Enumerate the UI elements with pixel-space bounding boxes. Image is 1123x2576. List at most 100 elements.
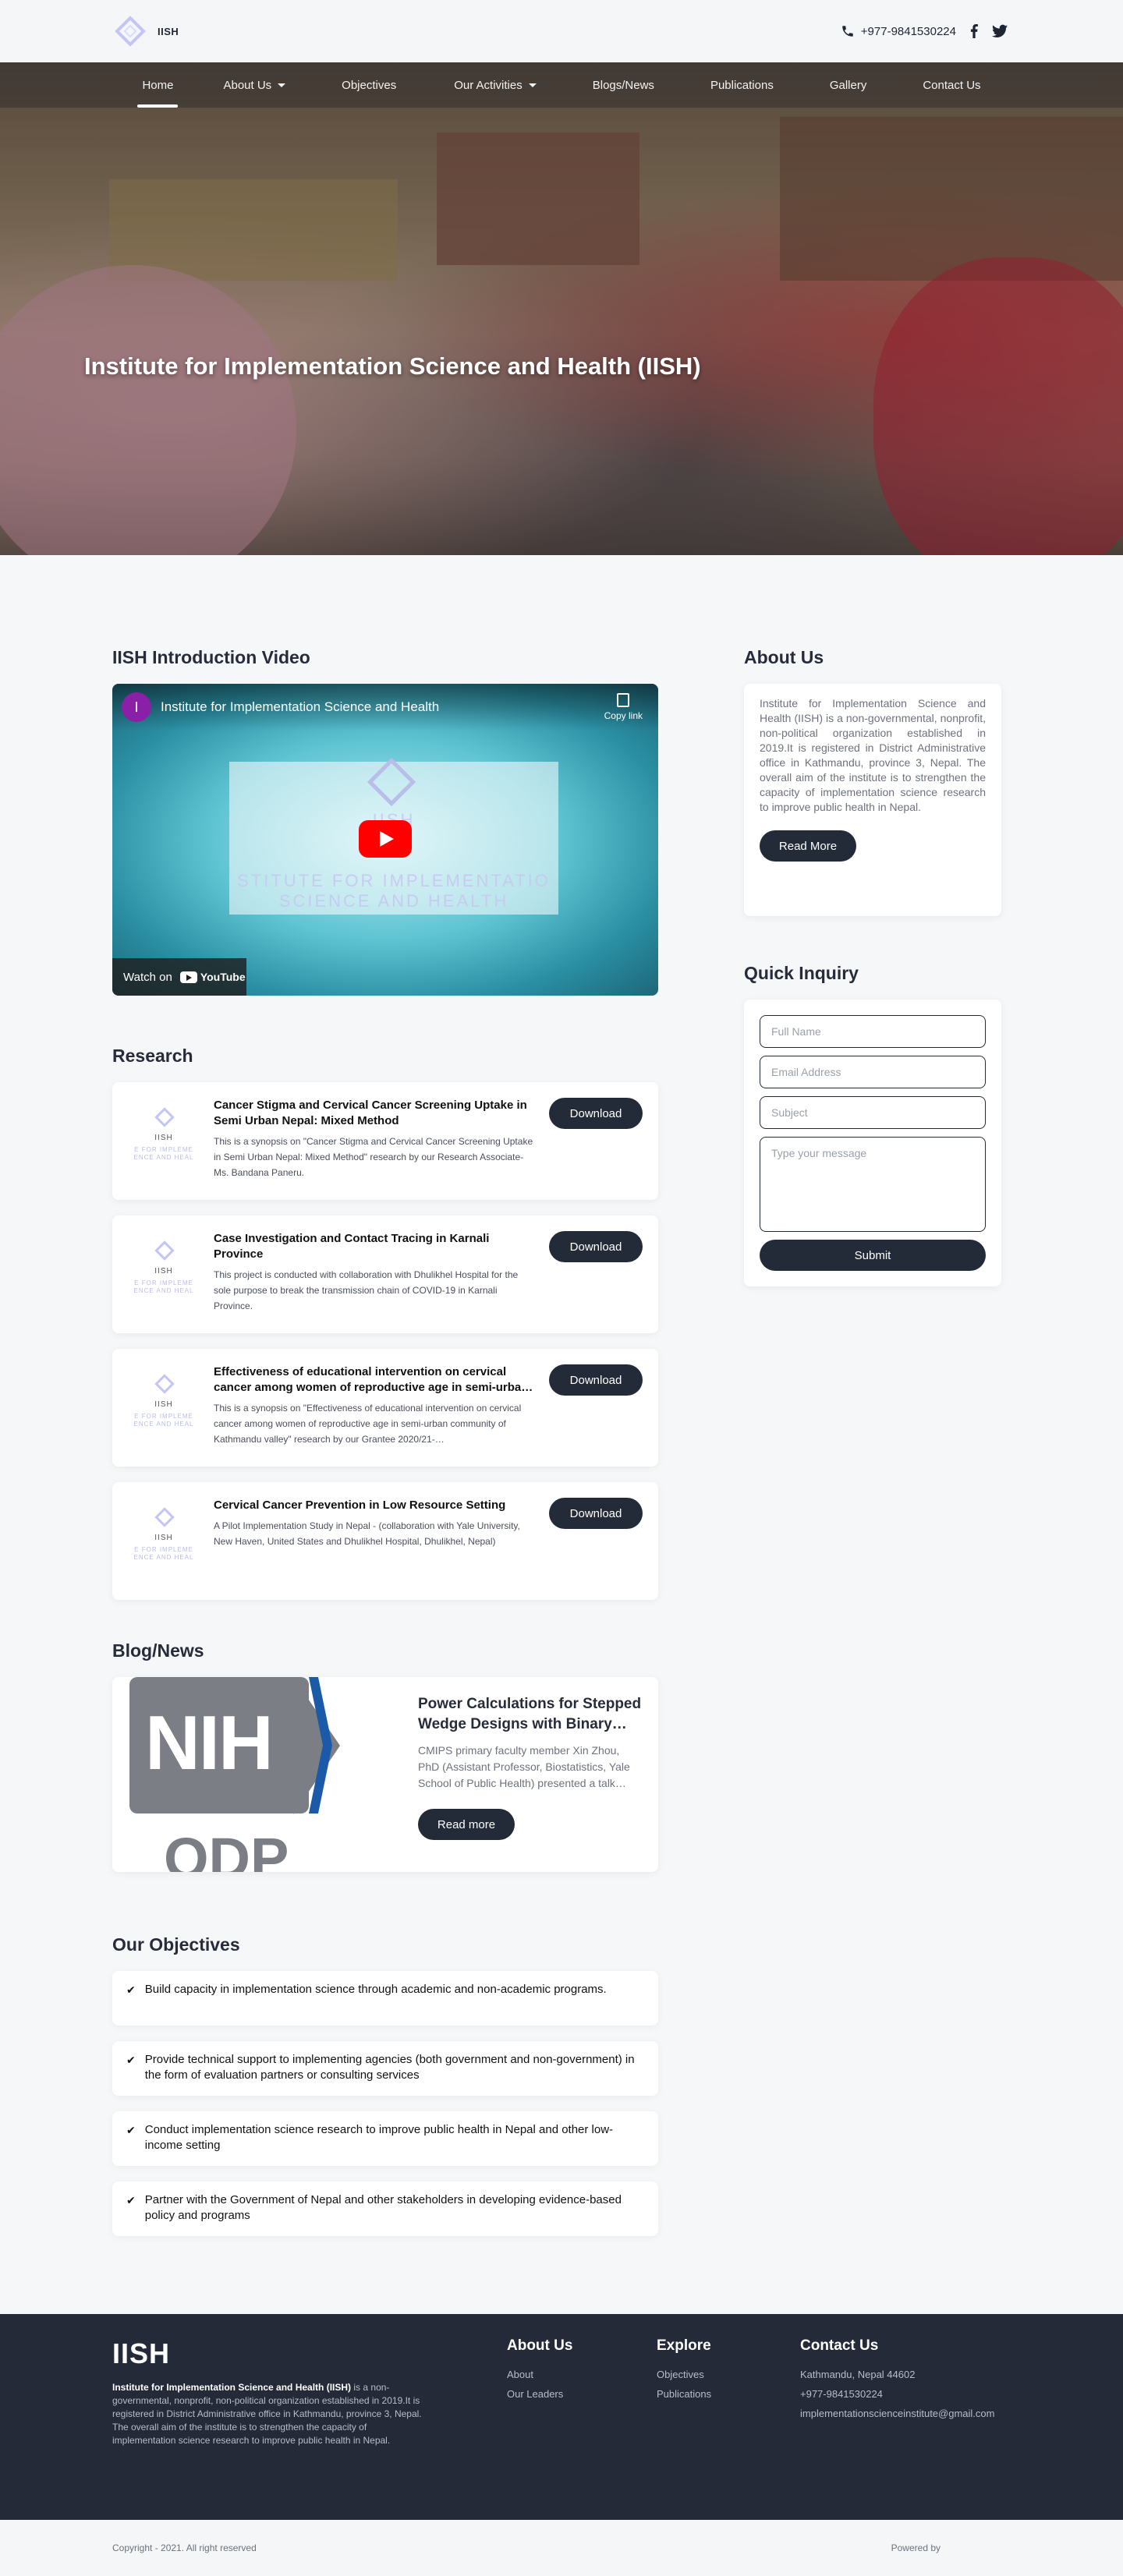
full-name-input[interactable] (760, 1015, 986, 1048)
footer-explore-heading: Explore (657, 2337, 711, 2354)
download-button[interactable]: Download (549, 1498, 643, 1529)
check-icon: ✔ (126, 2194, 136, 2206)
read-more-button[interactable]: Read more (418, 1809, 515, 1840)
video-title[interactable]: Institute for Implementation Science and… (161, 699, 439, 715)
main-content: IISH Introduction Video I Institute for … (0, 555, 1123, 2252)
nav-publications[interactable]: Publications (710, 62, 774, 108)
objectives-heading: Our Objectives (112, 1934, 240, 1955)
logo-text: IISH (158, 25, 179, 37)
research-title[interactable]: Cervical Cancer Prevention in Low Resour… (214, 1498, 537, 1513)
objective-text: Provide technical support to implementin… (144, 2053, 635, 2082)
blog-image[interactable]: NIH ODP (112, 1677, 402, 1872)
about-card: Institute for Implementation Science and… (744, 684, 1001, 916)
chevron-down-icon (278, 83, 286, 87)
video-title-bar: I Institute for Implementation Science a… (112, 684, 658, 731)
logo-diamond-icon (154, 1374, 175, 1394)
research-body: Cervical Cancer Prevention in Low Resour… (214, 1496, 537, 1586)
inquiry-heading: Quick Inquiry (744, 963, 859, 983)
nav-our-activities[interactable]: Our Activities (454, 62, 537, 108)
nav-home[interactable]: Home (137, 62, 179, 108)
footer-about: Institute for Implementation Science and… (112, 2382, 422, 2446)
youtube-embed[interactable]: I Institute for Implementation Science a… (112, 684, 658, 996)
research-desc: This is a synopsis on "Effectiveness of … (214, 1403, 522, 1445)
footer: IISH Institute for Implementation Scienc… (0, 2314, 1123, 2520)
phone-number: +977-9841530224 (860, 24, 956, 38)
youtube-logo: YouTube (179, 971, 246, 983)
phone-link[interactable]: +977-9841530224 (841, 24, 956, 38)
objective-text: Conduct implementation science research … (144, 2123, 614, 2152)
footer-phone[interactable]: +977-9841530224 (800, 2388, 994, 2400)
logo-diamond-icon (154, 1107, 175, 1127)
about-section: About Us Institute for Implementation Sc… (744, 647, 1001, 916)
about-read-more-button[interactable]: Read More (760, 830, 856, 862)
copyright-bar: Copyright - 2021. All right reserved Pow… (0, 2520, 1123, 2576)
footer-link-our-leaders[interactable]: Our Leaders (507, 2388, 600, 2400)
watch-on-youtube[interactable]: Watch on YouTube (112, 958, 246, 996)
footer-contact-heading: Contact Us (800, 2337, 879, 2354)
site-logo[interactable]: IISH (112, 13, 179, 49)
submit-button[interactable]: Submit (760, 1240, 986, 1271)
copyright-text: Copyright - 2021. All right reserved (112, 2542, 257, 2553)
inquiry-form: Submit (744, 1000, 1001, 1286)
subject-input[interactable] (760, 1096, 986, 1129)
objective-item: ✔ Partner with the Government of Nepal a… (112, 2181, 658, 2236)
nav-about-us[interactable]: About Us (223, 62, 286, 108)
footer-link-publications[interactable]: Publications (657, 2388, 744, 2400)
nav-contact-us[interactable]: Contact Us (923, 62, 980, 108)
top-bar: IISH +977-9841530224 (0, 0, 1123, 62)
left-column: IISH Introduction Video I Institute for … (112, 647, 658, 2252)
download-button[interactable]: Download (549, 1098, 643, 1129)
research-title[interactable]: Effectiveness of educational interventio… (214, 1364, 537, 1396)
download-button[interactable]: Download (549, 1364, 643, 1396)
logo-diamond-icon (367, 757, 416, 807)
research-body: Case Investigation and Contact Tracing i… (214, 1230, 537, 1319)
research-title[interactable]: Case Investigation and Contact Tracing i… (214, 1231, 537, 1262)
objective-text: Build capacity in implementation science… (144, 1983, 607, 1996)
footer-explore-links: Explore Objectives Publications (657, 2337, 744, 2520)
inquiry-section: Quick Inquiry Submit (744, 963, 1001, 1286)
footer-link-objectives[interactable]: Objectives (657, 2369, 744, 2380)
footer-brand-column: IISH Institute for Implementation Scienc… (112, 2337, 507, 2520)
chevron-down-icon (528, 83, 537, 87)
hero-overlay (0, 62, 1123, 555)
youtube-icon (179, 971, 197, 983)
footer-address: Kathmandu, Nepal 44602 (800, 2369, 916, 2380)
message-textarea[interactable] (760, 1137, 986, 1232)
objective-item: ✔ Build capacity in implementation scien… (112, 1971, 658, 2026)
check-icon: ✔ (126, 2054, 136, 2066)
play-button[interactable] (359, 820, 412, 858)
email-input[interactable] (760, 1056, 986, 1088)
download-button[interactable]: Download (549, 1231, 643, 1262)
right-column: About Us Institute for Implementation Sc… (744, 647, 1001, 2252)
logo-diamond-icon (154, 1507, 175, 1527)
research-section: Research IISH E FOR IMPLEME ENCE AND HEA… (112, 1046, 658, 1600)
objective-item: ✔ Conduct implementation science researc… (112, 2111, 658, 2166)
top-contact: +977-9841530224 (841, 24, 1008, 38)
nav-blogs-news[interactable]: Blogs/News (593, 62, 654, 108)
research-body: Cancer Stigma and Cervical Cancer Screen… (214, 1096, 537, 1186)
footer-link-about[interactable]: About (507, 2369, 600, 2380)
research-thumbnail: IISH E FOR IMPLEME ENCE AND HEAL (126, 1363, 201, 1453)
research-thumbnail: IISH E FOR IMPLEME ENCE AND HEAL (126, 1230, 201, 1320)
research-thumbnail: IISH E FOR IMPLEME ENCE AND HEAL (126, 1096, 201, 1187)
research-desc: A Pilot Implementation Study in Nepal - … (214, 1520, 520, 1547)
phone-icon (842, 26, 853, 37)
twitter-icon[interactable] (992, 24, 1008, 38)
blog-card: NIH ODP Power Calculations for Stepped W… (112, 1677, 658, 1872)
footer-email[interactable]: implementationscienceinstitute@gmail.com (800, 2408, 994, 2419)
nav-gallery[interactable]: Gallery (830, 62, 867, 108)
copy-link-button[interactable]: Copy link (604, 693, 643, 721)
main-nav: Home About Us Objectives Our Activities … (0, 62, 1123, 108)
blog-title[interactable]: Power Calculations for Stepped Wedge Des… (418, 1694, 643, 1735)
nav-objectives[interactable]: Objectives (342, 62, 396, 108)
blog-section: Blog/News NIH ODP Power Calculations for… (112, 1640, 658, 1872)
research-card: IISH E FOR IMPLEME ENCE AND HEAL Effecti… (112, 1349, 658, 1467)
logo-diamond-icon (112, 13, 148, 49)
footer-brand: IISH (112, 2337, 171, 2369)
footer-contact: Contact Us Kathmandu, Nepal 44602 +977-9… (800, 2337, 994, 2520)
facebook-icon[interactable] (969, 24, 980, 38)
research-body: Effectiveness of educational interventio… (214, 1363, 537, 1453)
blog-heading: Blog/News (112, 1640, 204, 1661)
channel-avatar[interactable]: I (122, 692, 151, 722)
research-title[interactable]: Cancer Stigma and Cervical Cancer Screen… (214, 1098, 537, 1129)
